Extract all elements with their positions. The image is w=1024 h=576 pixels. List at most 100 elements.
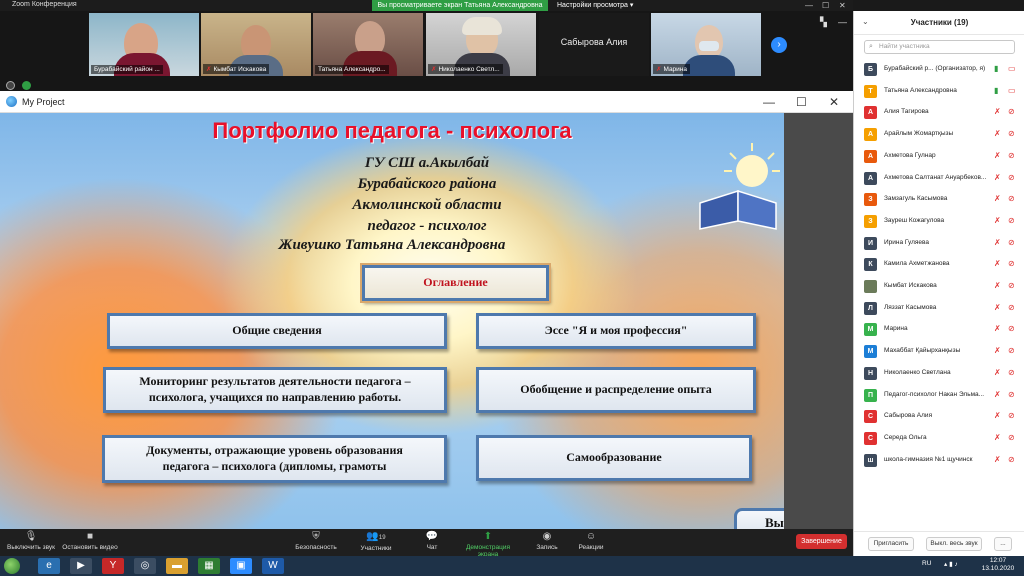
maximize-icon[interactable]: ☐: [822, 0, 829, 11]
muted-mic-icon[interactable]: ✗: [994, 129, 1001, 138]
muted-mic-icon[interactable]: ✗: [994, 216, 1001, 225]
invite-button[interactable]: Пригласить: [868, 537, 914, 551]
documents-button[interactable]: Документы, отражающие уровень образовани…: [102, 435, 447, 483]
video-tile[interactable]: Бурабайский район ...: [89, 13, 199, 76]
close-icon[interactable]: ✕: [839, 0, 846, 11]
participant-row[interactable]: А Арайлым Жомартқызы ✗ ⊘: [854, 124, 1024, 145]
video-tile[interactable]: Татьяна Александро...: [313, 13, 423, 76]
video-off-icon[interactable]: ⊘: [1008, 238, 1015, 247]
video-tile[interactable]: ✗ Марина: [651, 13, 761, 76]
participant-row[interactable]: П Педагог-психолог Накан Эльма... ✗ ⊘: [854, 385, 1024, 406]
video-tile[interactable]: ✗ Николаенко Светл...: [426, 13, 536, 76]
minimize-icon[interactable]: —: [763, 95, 775, 109]
participant-row[interactable]: ш школа-гимназия №1 щучинск ✗ ⊘: [854, 450, 1024, 471]
participant-row[interactable]: З Замзагуль Касымова ✗ ⊘: [854, 189, 1024, 210]
reactions-button[interactable]: ☺ Реакции: [575, 530, 607, 551]
participant-row[interactable]: Т Татьяна Александровна ▮ ▭: [854, 81, 1024, 102]
video-off-icon[interactable]: ⊘: [1008, 194, 1015, 203]
spreadsheet-icon[interactable]: ▦: [198, 558, 220, 574]
video-off-icon[interactable]: ⊘: [1008, 368, 1015, 377]
info-icon[interactable]: [6, 81, 15, 90]
clock[interactable]: 12:07 13.10.2020: [978, 557, 1018, 573]
toc-button[interactable]: Оглавление: [362, 265, 549, 301]
zoom-icon[interactable]: ▣: [230, 558, 252, 574]
end-meeting-button[interactable]: Завершение: [796, 534, 847, 549]
self-education-button[interactable]: Самообразование: [476, 435, 752, 481]
participant-row[interactable]: З Зауреш Кожагулова ✗ ⊘: [854, 211, 1024, 232]
video-off-icon[interactable]: ⊘: [1008, 259, 1015, 268]
participant-row[interactable]: М Марина ✗ ⊘: [854, 319, 1024, 340]
microphone-icon[interactable]: ▮: [994, 86, 998, 95]
monitoring-button[interactable]: Мониторинг результатов деятельности педа…: [103, 367, 447, 413]
chat-button[interactable]: 💬 Чат: [420, 530, 444, 551]
participants-button[interactable]: 👥19 Участники: [356, 530, 396, 552]
participant-row[interactable]: А Ахметова Салтанат Ануарбеков... ✗ ⊘: [854, 168, 1024, 189]
stop-video-button[interactable]: ■ Остановить видео: [60, 530, 120, 551]
video-off-icon[interactable]: ▭: [1008, 64, 1016, 73]
muted-mic-icon[interactable]: ✗: [994, 303, 1001, 312]
video-off-icon[interactable]: ⊘: [1008, 303, 1015, 312]
microphone-icon[interactable]: ▮: [994, 64, 998, 73]
share-screen-button[interactable]: ⬆ Демонстрация экрана: [455, 530, 521, 558]
participant-row[interactable]: С Середа Ольга ✗ ⊘: [854, 428, 1024, 449]
record-button[interactable]: ◉ Запись: [532, 530, 562, 551]
participant-search-input[interactable]: ⌕ Найти участника: [864, 40, 1015, 54]
muted-mic-icon[interactable]: ✗: [994, 346, 1001, 355]
muted-mic-icon[interactable]: ✗: [994, 433, 1001, 442]
minimize-icon[interactable]: —: [805, 0, 813, 11]
participant-row[interactable]: Кымбат Искакова ✗ ⊘: [854, 276, 1024, 297]
muted-mic-icon[interactable]: ✗: [994, 411, 1001, 420]
muted-mic-icon[interactable]: ✗: [994, 194, 1001, 203]
collapse-icon[interactable]: —: [838, 17, 847, 27]
ie-icon[interactable]: e: [38, 558, 60, 574]
video-off-icon[interactable]: ⊘: [1008, 433, 1015, 442]
video-off-icon[interactable]: ⊘: [1008, 216, 1015, 225]
essay-button[interactable]: Эссе "Я и моя профессия": [476, 313, 756, 349]
view-toggle-icon[interactable]: ▚: [820, 17, 827, 28]
video-off-icon[interactable]: ⊘: [1008, 455, 1015, 464]
muted-mic-icon[interactable]: ✗: [994, 390, 1001, 399]
participant-row[interactable]: И Ирина Гуляева ✗ ⊘: [854, 233, 1024, 254]
language-indicator[interactable]: RU: [922, 560, 931, 567]
video-off-icon[interactable]: ⊘: [1008, 129, 1015, 138]
yandex-icon[interactable]: Y: [102, 558, 124, 574]
mute-button[interactable]: 🎙 Выключить звук: [4, 530, 58, 551]
muted-mic-icon[interactable]: ✗: [994, 151, 1001, 160]
security-button[interactable]: ⛨ Безопасность: [292, 530, 340, 551]
muted-mic-icon[interactable]: ✗: [994, 107, 1001, 116]
muted-mic-icon[interactable]: ✗: [994, 281, 1001, 290]
general-info-button[interactable]: Общие сведения: [107, 313, 447, 349]
muted-mic-icon[interactable]: ✗: [994, 455, 1001, 464]
muted-mic-icon[interactable]: ✗: [994, 368, 1001, 377]
video-off-icon[interactable]: ⊘: [1008, 324, 1015, 333]
muted-mic-icon[interactable]: ✗: [994, 324, 1001, 333]
video-off-icon[interactable]: ⊘: [1008, 281, 1015, 290]
participant-row[interactable]: М Махаббат Қайырханқызы ✗ ⊘: [854, 341, 1024, 362]
participant-row[interactable]: А Ахметова Гулнар ✗ ⊘: [854, 146, 1024, 167]
video-off-icon[interactable]: ⊘: [1008, 346, 1015, 355]
start-button[interactable]: [4, 558, 20, 574]
video-tile[interactable]: ✗ Кымбат Искакова: [201, 13, 311, 76]
video-off-icon[interactable]: ⊘: [1008, 390, 1015, 399]
tray-icons[interactable]: ▴ ▮ ♪: [944, 560, 958, 568]
folder-icon[interactable]: ▬: [166, 558, 188, 574]
participant-row[interactable]: С Сабырова Алия ✗ ⊘: [854, 406, 1024, 427]
video-off-icon[interactable]: ⊘: [1008, 107, 1015, 116]
experience-button[interactable]: Обобщение и распределение опыта: [476, 367, 756, 413]
muted-mic-icon[interactable]: ✗: [994, 259, 1001, 268]
participant-row[interactable]: К Камила Ахметжанова ✗ ⊘: [854, 254, 1024, 275]
participant-row[interactable]: Н Николаенко Светлана ✗ ⊘: [854, 363, 1024, 384]
mute-all-button[interactable]: Выкл. весь звук: [926, 537, 982, 551]
maximize-icon[interactable]: ☐: [796, 95, 807, 109]
video-off-icon[interactable]: ⊘: [1008, 173, 1015, 182]
video-off-icon[interactable]: ⊘: [1008, 411, 1015, 420]
video-off-icon[interactable]: ⊘: [1008, 151, 1015, 160]
participant-row[interactable]: Б Бурабайский р... (Организатор, я) ▮ ▭: [854, 59, 1024, 80]
close-icon[interactable]: ✕: [829, 95, 839, 109]
exit-button[interactable]: Вы: [734, 508, 784, 529]
participant-row[interactable]: Л Ляззат Касымова ✗ ⊘: [854, 298, 1024, 319]
word-icon[interactable]: W: [262, 558, 284, 574]
chrome-icon[interactable]: ◎: [134, 558, 156, 574]
muted-mic-icon[interactable]: ✗: [994, 173, 1001, 182]
muted-mic-icon[interactable]: ✗: [994, 238, 1001, 247]
